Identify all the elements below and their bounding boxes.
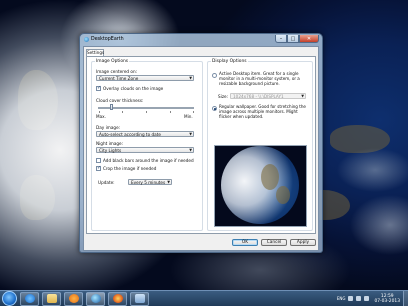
window-icon: [134, 294, 145, 303]
desktopearth-taskbar-button[interactable]: [86, 291, 105, 306]
size-value: 1024x768 - \\.\DISPLAY1: [233, 94, 284, 99]
black-bars-checkbox[interactable]: Add black bars around the image if neede…: [96, 158, 194, 163]
media-player-button[interactable]: [64, 291, 83, 306]
regular-wallpaper-radio[interactable]: Regular wallpaper. Good for stretching t…: [212, 104, 307, 120]
day-image-select[interactable]: Auto-select according to date ▼: [96, 131, 194, 137]
cloud-cover-thumb[interactable]: [110, 104, 113, 110]
clock[interactable]: 12:59 07-03-2013: [374, 294, 400, 304]
maximize-icon: □: [290, 35, 296, 42]
desktopearth-icon: [84, 37, 89, 42]
image-options-title: Image Options: [95, 59, 130, 64]
slider-tick: [170, 111, 171, 113]
slider-tick: [146, 111, 147, 113]
globe-landmass: [261, 164, 279, 190]
image-options-group: Image Options Image centered on: Current…: [91, 59, 203, 231]
clock-date: 07-03-2013: [374, 298, 400, 304]
minimize-button[interactable]: –: [275, 35, 287, 43]
chevron-down-icon: ▼: [167, 180, 170, 184]
ok-button[interactable]: OK: [232, 239, 258, 246]
language-indicator[interactable]: ENG: [337, 296, 346, 301]
black-bars-box[interactable]: [96, 158, 101, 163]
ie-button[interactable]: [20, 291, 39, 306]
chevron-down-icon: ▼: [189, 132, 192, 136]
overlay-clouds-label: Overlay clouds on the image: [103, 86, 164, 91]
regular-wallpaper-dot[interactable]: [212, 106, 217, 111]
update-value: Every 5 minutes: [131, 180, 166, 185]
active-desktop-text: Active Desktop item. Great for a single …: [219, 71, 300, 86]
black-bars-label: Add black bars around the image if neede…: [103, 158, 194, 163]
settings-panel: Image Options Image centered on: Current…: [86, 56, 316, 234]
close-button[interactable]: ✕: [299, 35, 319, 43]
update-select[interactable]: Every 5 minutes ▼: [128, 179, 172, 185]
night-image-value: City Lights: [99, 148, 122, 153]
flag-icon[interactable]: [348, 296, 354, 301]
start-orb-icon[interactable]: [2, 291, 17, 306]
cloud-cover-max-label: Max.: [96, 114, 106, 119]
taskbar: ENG 12:59 07-03-2013: [0, 290, 408, 306]
window-button[interactable]: [130, 291, 149, 306]
crop-checkbox[interactable]: Crop the image if needed: [96, 165, 157, 171]
media-player-icon: [68, 294, 79, 303]
chevron-down-icon: ▼: [189, 148, 192, 152]
window-title: DesktopEarth: [91, 37, 124, 42]
window-client: Settings Image Options Image centered on…: [83, 46, 319, 251]
size-label: Size:: [218, 94, 229, 99]
show-desktop-button[interactable]: [403, 290, 408, 306]
night-image-label: Night image:: [96, 141, 124, 146]
slider-tick: [193, 111, 194, 113]
desktopearth-icon: [90, 294, 101, 303]
overlay-clouds-checkbox[interactable]: Overlay clouds on the image: [96, 85, 164, 91]
chevron-down-icon: ▼: [301, 94, 304, 98]
explorer-button[interactable]: [42, 291, 61, 306]
day-image-value: Auto-select according to date: [99, 132, 161, 137]
cancel-button[interactable]: Cancel: [261, 239, 287, 246]
active-desktop-dot[interactable]: [212, 73, 217, 78]
firefox-button[interactable]: [108, 291, 127, 306]
tab-settings[interactable]: Settings: [86, 49, 104, 56]
active-desktop-radio[interactable]: Active Desktop item. Great for a single …: [212, 71, 307, 87]
volume-icon[interactable]: [364, 296, 370, 301]
centered-value: Current Time Zone: [99, 76, 139, 81]
cloud-cover-min-label: Min.: [184, 114, 193, 119]
earth-globe: [221, 146, 299, 224]
night-image-select[interactable]: City Lights ▼: [96, 147, 194, 153]
size-select[interactable]: 1024x768 - \\.\DISPLAY1 ▼: [230, 93, 306, 99]
title-bar[interactable]: DesktopEarth – □ ✕: [80, 34, 322, 46]
update-label: Update:: [98, 180, 115, 185]
crop-box[interactable]: [96, 165, 101, 171]
earth-preview-image: [214, 145, 307, 227]
maximize-button[interactable]: □: [287, 35, 299, 43]
cloud-cover-label: Cloud cover thickness:: [96, 98, 144, 103]
ie-icon: [24, 294, 35, 303]
display-options-title: Display Options: [211, 59, 248, 64]
minimize-icon: –: [279, 35, 283, 42]
chevron-down-icon: ▼: [189, 76, 192, 80]
globe-landmass: [276, 186, 290, 204]
regular-wallpaper-text: Regular wallpaper. Good for stretching t…: [219, 104, 306, 119]
centered-select[interactable]: Current Time Zone ▼: [96, 75, 194, 81]
firefox-icon: [112, 294, 123, 303]
network-icon[interactable]: [356, 296, 362, 301]
system-tray: ENG 12:59 07-03-2013: [337, 290, 408, 306]
slider-tick: [122, 111, 123, 113]
apply-button[interactable]: Apply: [290, 239, 316, 246]
desktopearth-window: DesktopEarth – □ ✕ Settings Image Option…: [79, 33, 323, 253]
slider-tick: [99, 111, 100, 113]
close-icon: ✕: [306, 35, 312, 42]
explorer-icon: [46, 294, 57, 303]
centered-label: Image centered on:: [96, 69, 138, 74]
day-image-label: Day image:: [96, 125, 121, 130]
crop-label: Crop the image if needed: [103, 166, 157, 171]
overlay-clouds-box[interactable]: [96, 85, 101, 91]
